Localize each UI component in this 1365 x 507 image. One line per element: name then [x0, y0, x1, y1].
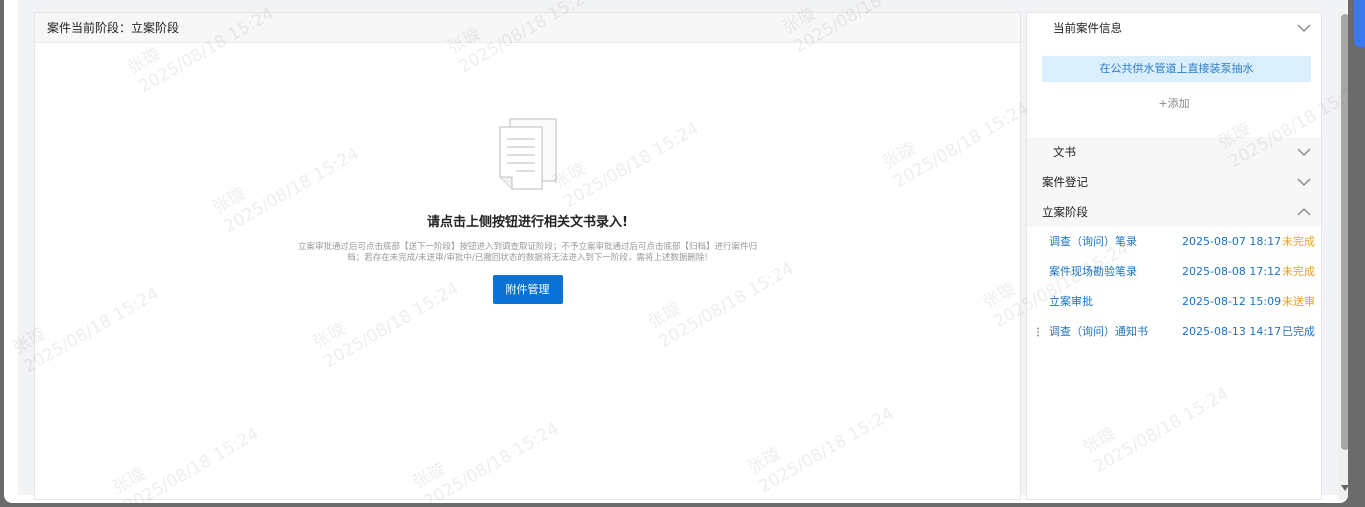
document-date: 2025-08-07 18:17 — [1182, 235, 1282, 248]
case-info-header[interactable]: 当前案件信息 — [1027, 13, 1321, 43]
stage-section-header[interactable]: 立案阶段 — [1027, 197, 1321, 227]
status-badge: 未送审 — [1282, 295, 1315, 308]
document-name[interactable]: 调查（询问）通知书 — [1049, 317, 1148, 347]
drag-handle-icon[interactable] — [1036, 327, 1040, 337]
chevron-up-icon[interactable] — [1297, 206, 1311, 218]
register-section-header[interactable]: 案件登记 — [1027, 167, 1321, 197]
document-date: 2025-08-12 15:09 — [1182, 295, 1282, 308]
chevron-down-icon[interactable] — [1297, 146, 1311, 158]
list-item[interactable]: 案件现场勘验笔录 2025-08-08 17:12 未完成 — [1027, 257, 1321, 287]
docs-section-title: 文书 — [1053, 145, 1076, 159]
case-type-tag[interactable]: 在公共供水管道上直接装泵抽水 — [1042, 56, 1311, 82]
status-badge: 已完成 — [1282, 325, 1315, 338]
scroll-down-arrow-icon[interactable] — [1340, 484, 1348, 492]
scrollbar-thumb[interactable] — [1341, 14, 1348, 450]
section-group: 文书 案件登记 立案阶段 — [1027, 137, 1321, 227]
document-date: 2025-08-13 14:17 — [1182, 325, 1282, 338]
app-window: 案件当前阶段：立案阶段 请点击上侧按钮进行相关文书录入! 立案审批通过后可点击底… — [4, 0, 1348, 503]
register-section-title: 案件登记 — [1042, 175, 1088, 189]
chevron-down-icon[interactable] — [1297, 176, 1311, 188]
case-sidebar: 当前案件信息 在公共供水管道上直接装泵抽水 +添加 文书 案件登记 立案阶段 调… — [1026, 12, 1322, 500]
empty-state-title: 请点击上侧按钮进行相关文书录入! — [427, 215, 628, 230]
case-info-title: 当前案件信息 — [1053, 21, 1122, 35]
attachment-manage-button[interactable]: 附件管理 — [492, 275, 563, 304]
stage-panel-header: 案件当前阶段：立案阶段 — [35, 13, 1020, 43]
stage-document-list: 调查（询问）笔录 2025-08-07 18:17 未完成 案件现场勘验笔录 2… — [1027, 227, 1321, 347]
side-float-tab[interactable] — [1354, 0, 1365, 47]
empty-state: 请点击上侧按钮进行相关文书录入! 立案审批通过后可点击底部【送下一阶段】按钮进入… — [35, 117, 1020, 304]
empty-state-description: 立案审批通过后可点击底部【送下一阶段】按钮进入到调查取证阶段；不予立案审批通过后… — [297, 242, 757, 263]
document-name[interactable]: 案件现场勘验笔录 — [1049, 257, 1137, 287]
list-item[interactable]: 调查（询问）笔录 2025-08-07 18:17 未完成 — [1027, 227, 1321, 257]
document-date: 2025-08-08 17:12 — [1182, 265, 1282, 278]
stage-panel: 案件当前阶段：立案阶段 请点击上侧按钮进行相关文书录入! 立案审批通过后可点击底… — [34, 12, 1021, 500]
list-item[interactable]: 立案审批 2025-08-12 15:09 未送审 — [1027, 287, 1321, 317]
status-badge: 未完成 — [1282, 235, 1315, 248]
docs-section-header[interactable]: 文书 — [1027, 137, 1321, 167]
list-item[interactable]: 调查（询问）通知书 2025-08-13 14:17 已完成 — [1027, 317, 1321, 347]
empty-document-icon — [496, 117, 560, 193]
stage-section-title: 立案阶段 — [1042, 205, 1088, 219]
chevron-down-icon[interactable] — [1297, 22, 1311, 34]
add-case-info-link[interactable]: +添加 — [1027, 95, 1321, 111]
vertical-scrollbar[interactable] — [1338, 12, 1348, 500]
status-badge: 未完成 — [1282, 265, 1315, 278]
document-name[interactable]: 立案审批 — [1049, 287, 1093, 317]
document-name[interactable]: 调查（询问）笔录 — [1049, 227, 1137, 257]
